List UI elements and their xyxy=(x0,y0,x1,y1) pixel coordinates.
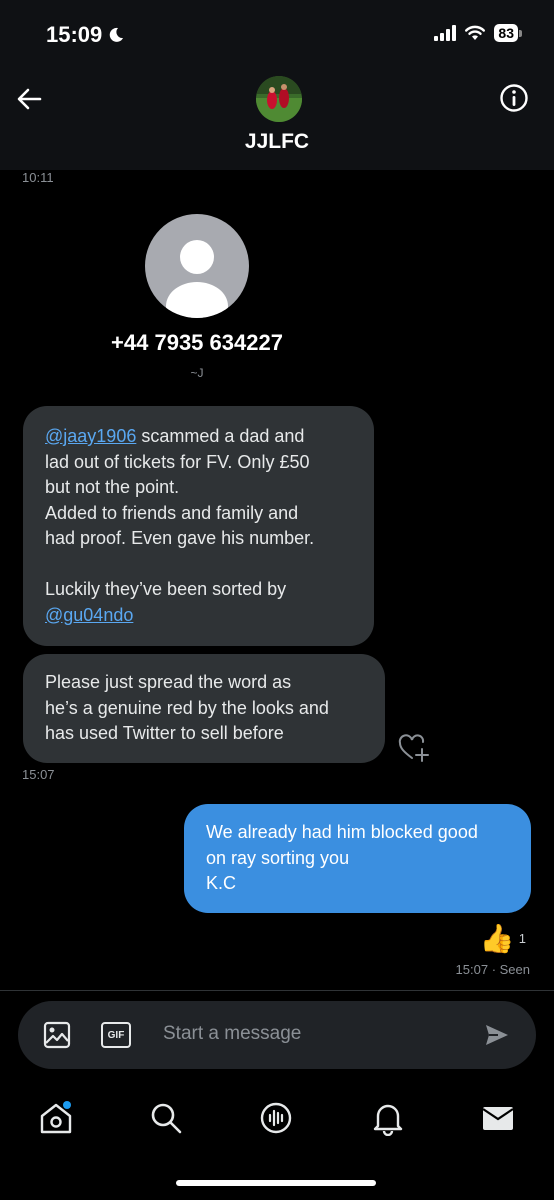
notifications-icon[interactable] xyxy=(370,1100,406,1136)
add-reaction-icon[interactable] xyxy=(398,733,430,763)
message-line: had proof. Even gave his number. xyxy=(45,528,315,548)
message-line: Luckily they’ve been sorted by xyxy=(45,579,287,599)
home-icon[interactable] xyxy=(38,1100,74,1136)
group-photo-icon xyxy=(256,76,302,122)
message-line: lad out of tickets for FV. Only £50 xyxy=(45,451,310,472)
cellular-signal-icon xyxy=(434,25,457,41)
battery-level: 83 xyxy=(494,24,518,42)
message-timestamp: 10:11 xyxy=(22,170,54,185)
gif-icon[interactable]: GIF xyxy=(101,1022,131,1048)
status-bar: 15:09 83 xyxy=(0,0,554,70)
group-name[interactable]: JJLFC xyxy=(0,130,554,154)
info-icon[interactable] xyxy=(498,82,530,114)
group-avatar[interactable] xyxy=(256,76,302,122)
image-icon[interactable] xyxy=(43,1021,71,1049)
mention-link[interactable]: @gu04ndo xyxy=(45,605,133,625)
send-icon[interactable] xyxy=(484,1022,510,1048)
clock-text: 15:09 xyxy=(46,22,103,47)
message-line: but not the point. xyxy=(45,477,180,497)
reaction-count: 1 xyxy=(518,931,526,946)
home-indicator xyxy=(176,1180,376,1186)
divider xyxy=(0,990,554,991)
message-line: has used Twitter to sell before xyxy=(45,723,284,743)
message-line: We already had him blocked good xyxy=(206,822,478,842)
mention-link[interactable]: @jaay1906 xyxy=(45,426,136,446)
message-input[interactable]: Start a message xyxy=(163,1023,301,1045)
incoming-message-bubble[interactable]: @jaay1906 scammed a dad and lad out of t… xyxy=(23,406,374,646)
wifi-icon xyxy=(465,25,486,40)
default-person-icon xyxy=(166,240,228,318)
outgoing-message-bubble[interactable]: We already had him blocked good on ray s… xyxy=(184,804,531,913)
message-line: on ray sorting you xyxy=(206,847,350,868)
incoming-message-bubble[interactable]: Please just spread the word as he’s a ge… xyxy=(23,654,385,763)
spaces-icon[interactable] xyxy=(258,1100,294,1136)
message-composer: GIF Start a message xyxy=(18,1001,536,1069)
contact-phone-number[interactable]: +44 7935 634227 xyxy=(0,330,394,356)
message-line: Added to friends and family and xyxy=(45,502,299,523)
seen-status: 15:07 · Seen xyxy=(455,962,530,977)
thumbs-up-icon: 👍 xyxy=(479,923,515,954)
status-time: 15:09 xyxy=(46,22,124,48)
battery-icon: 83 xyxy=(494,24,522,42)
conversation-header: JJLFC xyxy=(0,70,554,170)
message-line: Please just spread the word as xyxy=(45,672,292,692)
back-arrow-icon[interactable] xyxy=(14,84,44,114)
messages-icon[interactable] xyxy=(480,1100,516,1136)
message-line: he’s a genuine red by the looks and xyxy=(45,697,329,718)
moon-icon xyxy=(110,27,124,42)
contact-alias: ~J xyxy=(190,366,204,380)
message-line: K.C xyxy=(206,873,237,893)
search-icon[interactable] xyxy=(148,1100,184,1136)
message-reaction[interactable]: 👍 1 xyxy=(480,922,526,955)
contact-avatar[interactable] xyxy=(145,214,249,318)
message-line: @jaay1906 scammed a dad and xyxy=(45,426,305,446)
message-line: @gu04ndo xyxy=(45,603,352,629)
status-indicators: 83 xyxy=(434,24,522,42)
message-timestamp: 15:07 xyxy=(22,767,55,782)
